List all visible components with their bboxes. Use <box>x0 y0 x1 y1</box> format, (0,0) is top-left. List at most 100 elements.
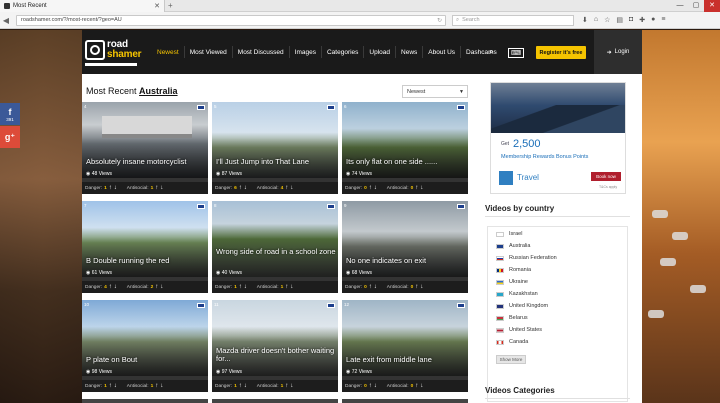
video-thumbnail[interactable] <box>82 300 208 376</box>
video-title[interactable]: Absolutely insane motorcyclist <box>86 157 206 166</box>
download-icon[interactable]: ⬇ <box>582 16 588 24</box>
arrow-up-icon[interactable]: ↑ <box>369 284 372 290</box>
nav-images[interactable]: Images <box>288 46 321 58</box>
video-thumbnail[interactable] <box>212 300 338 376</box>
video-thumbnail[interactable] <box>212 201 338 277</box>
arrow-up-icon[interactable]: ↑ <box>155 284 158 290</box>
country-item[interactable]: Belarus <box>496 315 528 321</box>
arrow-up-icon[interactable]: ↑ <box>109 383 112 389</box>
arrow-up-icon[interactable]: ↑ <box>285 383 288 389</box>
arrow-down-icon[interactable]: ↓ <box>374 284 377 290</box>
arrow-up-icon[interactable]: ↑ <box>239 383 242 389</box>
country-item[interactable]: Israel <box>496 231 522 237</box>
arrow-up-icon[interactable]: ↑ <box>109 185 112 191</box>
arrow-up-icon[interactable]: ↑ <box>239 284 242 290</box>
video-title[interactable]: No one indicates on exit <box>346 256 466 265</box>
video-card[interactable]: 11 Mazda driver doesn't bother waiting f… <box>212 300 338 392</box>
nav-news[interactable]: News <box>395 46 422 58</box>
country-item[interactable]: Russian Federation <box>496 255 557 261</box>
nav-dashcams[interactable]: Dashcams <box>460 46 502 58</box>
page-title-country[interactable]: Australia <box>139 86 178 96</box>
video-thumbnail[interactable] <box>82 201 208 277</box>
login-button[interactable]: ➜ Login <box>594 30 642 74</box>
arrow-down-icon[interactable]: ↓ <box>290 284 293 290</box>
register-button[interactable]: Register it's free <box>536 46 586 59</box>
country-item[interactable]: Canada <box>496 339 528 345</box>
video-card[interactable]: 7 B Double running the red ◉ 61 Views Da… <box>82 201 208 293</box>
video-title[interactable]: B Double running the red <box>86 256 206 265</box>
arrow-up-icon[interactable]: ↑ <box>109 284 112 290</box>
google-plus-share-button[interactable]: g⁺ <box>0 126 20 148</box>
sidebar-advertisement[interactable]: Get 2,500 Membership Rewards Bonus Point… <box>490 82 626 194</box>
arrow-up-icon[interactable]: ↑ <box>285 185 288 191</box>
video-title[interactable]: Mazda driver doesn't bother waiting for.… <box>216 346 336 364</box>
back-icon[interactable]: ◀ <box>0 16 12 25</box>
library-icon[interactable]: ▤ <box>616 16 623 24</box>
bookmark-star-icon[interactable]: ☆ <box>604 16 610 24</box>
arrow-down-icon[interactable]: ↓ <box>420 383 423 389</box>
nav-most-viewed[interactable]: Most Viewed <box>183 46 232 58</box>
arrow-down-icon[interactable]: ↓ <box>114 383 117 389</box>
country-item[interactable]: Romania <box>496 267 531 273</box>
minimize-icon[interactable]: — <box>672 0 688 12</box>
browser-search-input[interactable]: ⌕ Search <box>452 14 574 26</box>
video-thumbnail[interactable] <box>82 102 208 178</box>
show-more-button[interactable]: Show More <box>496 355 526 364</box>
arrow-up-icon[interactable]: ↑ <box>369 383 372 389</box>
arrow-down-icon[interactable]: ↓ <box>114 185 117 191</box>
menu-icon[interactable]: ≡ <box>661 16 665 24</box>
arrow-down-icon[interactable]: ↓ <box>420 284 423 290</box>
video-title[interactable]: Late exit from middle lane <box>346 355 466 364</box>
maximize-icon[interactable]: ▢ <box>688 0 704 12</box>
country-item[interactable]: Kazakhstan <box>496 291 538 297</box>
country-item[interactable]: Australia <box>496 243 530 249</box>
nav-about-us[interactable]: About Us <box>422 46 460 58</box>
arrow-down-icon[interactable]: ↓ <box>420 185 423 191</box>
arrow-down-icon[interactable]: ↓ <box>290 383 293 389</box>
arrow-down-icon[interactable]: ↓ <box>160 284 163 290</box>
video-card[interactable]: 10 P plate on Bout ◉ 98 Views Danger: 1 … <box>82 300 208 392</box>
arrow-up-icon[interactable]: ↑ <box>239 185 242 191</box>
nav-most-discussed[interactable]: Most Discussed <box>231 46 289 58</box>
arrow-down-icon[interactable]: ↓ <box>290 185 293 191</box>
video-card[interactable]: 6 Its only flat on one side ...... ◉ 74 … <box>342 102 468 194</box>
arrow-down-icon[interactable]: ↓ <box>160 185 163 191</box>
arrow-down-icon[interactable]: ↓ <box>160 383 163 389</box>
facebook-share-button[interactable]: f 391 <box>0 103 20 125</box>
arrow-down-icon[interactable]: ↓ <box>244 383 247 389</box>
arrow-down-icon[interactable]: ↓ <box>114 284 117 290</box>
video-thumbnail[interactable] <box>342 300 468 376</box>
video-thumbnail[interactable] <box>342 201 468 277</box>
nav-upload[interactable]: Upload <box>363 46 395 58</box>
extension-icon[interactable]: ✚ <box>639 16 645 24</box>
pocket-icon[interactable]: ◘ <box>629 16 633 24</box>
browser-tab[interactable]: Most Recent ✕ <box>0 0 165 12</box>
arrow-up-icon[interactable]: ↑ <box>415 383 418 389</box>
video-card[interactable]: 8 Wrong side of road in a school zone ◉ … <box>212 201 338 293</box>
country-item[interactable]: Ukraine <box>496 279 528 285</box>
site-search-icon[interactable]: ⌕ <box>489 47 493 57</box>
video-title[interactable]: P plate on Bout <box>86 355 206 364</box>
video-card[interactable]: 12 Late exit from middle lane ◉ 72 Views… <box>342 300 468 392</box>
sort-select[interactable]: Newest ▼ <box>402 85 468 98</box>
close-tab-icon[interactable]: ✕ <box>154 2 160 10</box>
address-bar[interactable]: roadshamer.com/?/most-recent/?geo=AU ↻ <box>16 14 446 26</box>
video-thumbnail[interactable] <box>212 102 338 178</box>
country-item[interactable]: United Kingdom <box>496 303 548 309</box>
window-close-icon[interactable]: ✕ <box>704 0 720 12</box>
arrow-up-icon[interactable]: ↑ <box>285 284 288 290</box>
new-tab-icon[interactable]: + <box>168 1 173 10</box>
arrow-down-icon[interactable]: ↓ <box>244 185 247 191</box>
site-logo[interactable]: road shamer <box>85 38 142 68</box>
video-title[interactable]: Wrong side of road in a school zone <box>216 247 336 256</box>
arrow-up-icon[interactable]: ↑ <box>155 185 158 191</box>
country-item[interactable]: United States <box>496 327 542 333</box>
arrow-down-icon[interactable]: ↓ <box>374 185 377 191</box>
keyboard-icon[interactable]: ⌨ <box>508 48 525 58</box>
video-card[interactable]: 9 No one indicates on exit ◉ 68 Views Da… <box>342 201 468 293</box>
video-thumbnail[interactable] <box>342 102 468 178</box>
video-title[interactable]: I'll Just Jump into That Lane <box>216 157 336 166</box>
video-title[interactable]: Its only flat on one side ...... <box>346 157 466 166</box>
video-card[interactable]: 5 I'll Just Jump into That Lane ◉ 87 Vie… <box>212 102 338 194</box>
video-card[interactable]: 4 Absolutely insane motorcyclist ◉ 48 Vi… <box>82 102 208 194</box>
